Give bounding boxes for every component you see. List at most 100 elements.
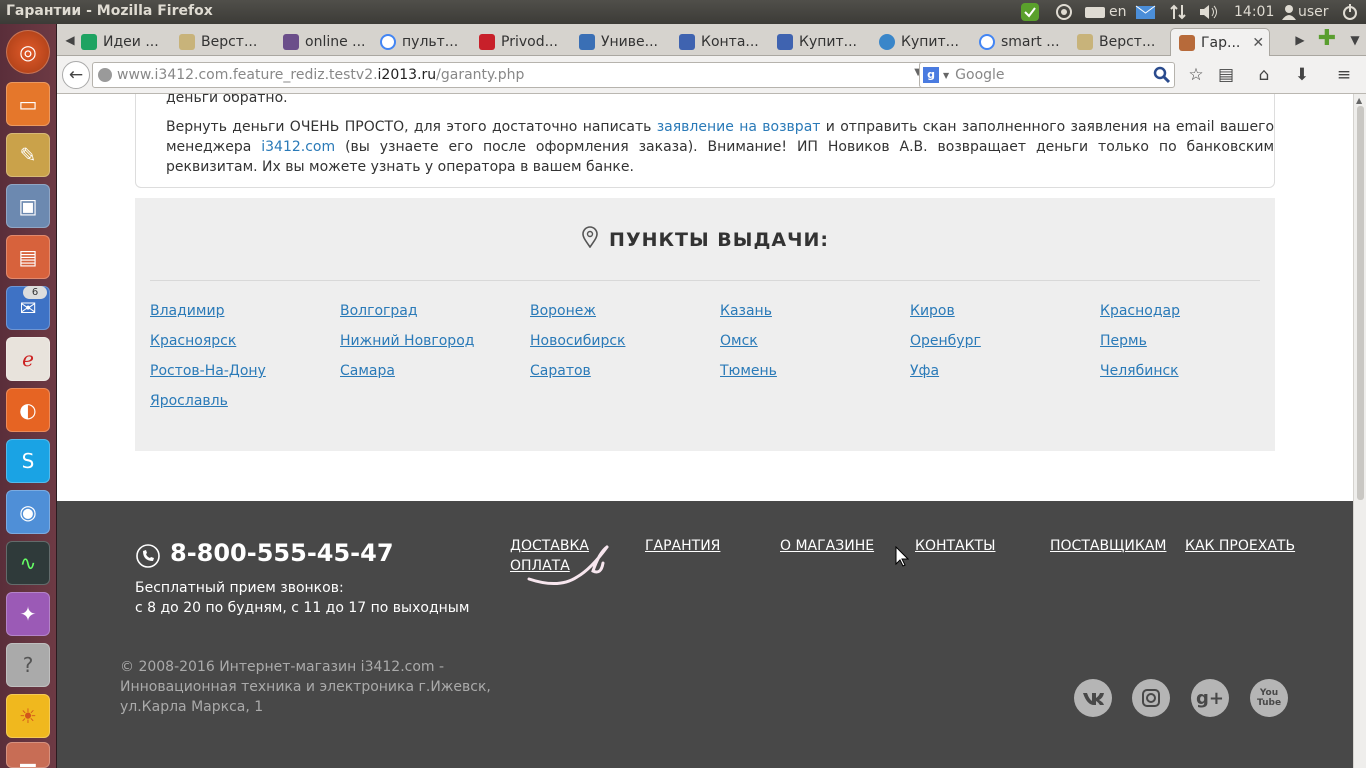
remote-desktop-icon[interactable]: ▣	[6, 184, 50, 228]
scroll-up-icon[interactable]: ▲	[1356, 96, 1362, 105]
city-link[interactable]: Киров	[910, 303, 955, 319]
search-icon[interactable]	[1153, 66, 1171, 88]
city-link[interactable]: Волгоград	[340, 303, 418, 319]
weather-sun-icon[interactable]: ☀	[6, 694, 50, 738]
tab-list-icon[interactable]: ▼	[1342, 27, 1366, 53]
tabs-scroll-right-icon[interactable]: ▶	[1287, 27, 1313, 53]
city-link[interactable]: Ярославль	[150, 393, 228, 409]
city-link[interactable]: Красноярск	[150, 333, 236, 349]
city-link[interactable]: Челябинск	[1100, 363, 1179, 379]
keyboard-layout[interactable]: en	[1109, 2, 1127, 22]
city-link[interactable]: Оренбург	[910, 333, 981, 349]
power-icon[interactable]	[1340, 2, 1360, 22]
camera-icon	[579, 34, 595, 50]
footer-phone[interactable]: 8-800-555-45-47	[170, 539, 394, 567]
tab-3[interactable]: online ...	[283, 28, 375, 56]
city-link[interactable]: Уфа	[910, 363, 939, 379]
menu-icon[interactable]: ≡	[1331, 62, 1357, 88]
tab-label: online ...	[305, 34, 366, 50]
tab-label: Верст...	[201, 34, 258, 50]
volume-icon[interactable]	[1198, 2, 1220, 22]
home-icon[interactable]: ⌂	[1251, 62, 1277, 88]
help-icon[interactable]: ?	[6, 643, 50, 687]
city-link[interactable]: Новосибирск	[530, 333, 625, 349]
navigation-bar: ← www.i3412.com.feature_rediz.testv2. i20…	[57, 56, 1366, 94]
city-link[interactable]: Самара	[340, 363, 395, 379]
tab-11[interactable]: Верст...	[1077, 28, 1173, 56]
youtube-icon[interactable]: You Tube	[1250, 679, 1288, 717]
chromium-icon[interactable]: ◉	[6, 490, 50, 534]
city-link[interactable]: Пермь	[1100, 333, 1147, 349]
files-icon[interactable]: ▭	[6, 82, 50, 126]
firefox-icon[interactable]: ◐	[6, 388, 50, 432]
city-link[interactable]: Казань	[720, 303, 772, 319]
footer-link-directions[interactable]: КАК ПРОЕХАТЬ	[1185, 538, 1295, 554]
vk-icon[interactable]	[1074, 679, 1112, 717]
city-link[interactable]: Краснодар	[1100, 303, 1180, 319]
city-link[interactable]: Владимир	[150, 303, 224, 319]
window-title: Гарантии - Mozilla Firefox	[6, 3, 213, 19]
footer-link-contacts[interactable]: КОНТАКТЫ	[915, 538, 995, 554]
hash-icon	[283, 34, 299, 50]
user-icon	[1282, 2, 1296, 22]
tab-label: Конта...	[701, 34, 759, 50]
document-viewer-icon[interactable]: ℯ	[6, 337, 50, 381]
pidgin-icon[interactable]: ✦	[6, 592, 50, 636]
city-link[interactable]: Ростов-На-Дону	[150, 363, 266, 379]
city-link[interactable]: Воронеж	[530, 303, 596, 319]
update-icon[interactable]	[1020, 2, 1042, 22]
file-manager-icon[interactable]: ▤	[6, 235, 50, 279]
return-info-box: деньги обратно. Вернуть деньги ОЧЕНЬ ПРО…	[135, 94, 1275, 188]
network-icon[interactable]	[1168, 2, 1188, 22]
mail-icon[interactable]	[1135, 2, 1157, 22]
return-top-line: деньги обратно.	[166, 94, 288, 106]
tab-close-icon[interactable]: ✕	[1252, 35, 1264, 51]
tab-label: Купит...	[799, 34, 857, 50]
page-scrollbar[interactable]: ▲	[1353, 94, 1366, 768]
tab-6[interactable]: Униве...	[579, 28, 673, 56]
tab-7[interactable]: Конта...	[679, 28, 773, 56]
tab-1[interactable]: Идеи ...	[81, 28, 173, 56]
keyboard-icon[interactable]	[1084, 2, 1106, 22]
site-link[interactable]: i3412.com	[261, 139, 335, 155]
search-field[interactable]: g ▼ Google	[919, 62, 1175, 88]
tab-4[interactable]: пульт...	[380, 28, 474, 56]
user-name[interactable]: user	[1298, 2, 1329, 22]
bookmarks-list-icon[interactable]: ▤	[1213, 62, 1239, 88]
google-engine-icon[interactable]: g	[923, 67, 939, 83]
tabs-scroll-left-icon[interactable]: ◀	[57, 27, 83, 53]
tab-2[interactable]: Верст...	[179, 28, 277, 56]
tab-8[interactable]: Купит...	[777, 28, 871, 56]
presentation-icon[interactable]: ✎	[6, 133, 50, 177]
tab-9[interactable]: Купит...	[879, 28, 973, 56]
scrollbar-thumb[interactable]	[1357, 106, 1364, 500]
system-monitor-icon[interactable]: ∿	[6, 541, 50, 585]
city-link[interactable]: Омск	[720, 333, 758, 349]
downloads-icon[interactable]: ⬇	[1289, 62, 1315, 88]
settings-wheel-icon[interactable]	[1054, 2, 1074, 22]
footer-link-warranty[interactable]: ГАРАНТИЯ	[645, 538, 720, 554]
skype-icon[interactable]: S	[6, 439, 50, 483]
tab-5[interactable]: Privod...	[479, 28, 573, 56]
globe-icon	[98, 68, 112, 82]
clock[interactable]: 14:01	[1234, 2, 1274, 22]
city-link[interactable]: Нижний Новгород	[340, 333, 474, 349]
engine-dropdown-icon[interactable]: ▼	[943, 71, 949, 80]
tab-12-active[interactable]: Гар... ✕	[1170, 28, 1270, 56]
instagram-icon[interactable]	[1132, 679, 1170, 717]
footer-link-suppliers[interactable]: ПОСТАВЩИКАМ	[1050, 538, 1166, 554]
footer-link-about[interactable]: О МАГАЗИНЕ	[780, 538, 874, 554]
cart-icon	[777, 34, 793, 50]
back-arrow-icon[interactable]: ←	[62, 61, 90, 89]
city-link[interactable]: Тюмень	[720, 363, 777, 379]
ubuntu-dash-icon[interactable]: ◎	[6, 30, 50, 74]
google-plus-icon[interactable]: g+	[1191, 679, 1229, 717]
city-link[interactable]: Саратов	[530, 363, 591, 379]
site-footer: 8-800-555-45-47 Бесплатный прием звонков…	[57, 501, 1353, 768]
trash-icon[interactable]: ▁	[6, 742, 50, 768]
bookmark-star-icon[interactable]: ☆	[1183, 62, 1209, 88]
tab-10[interactable]: smart ...	[979, 28, 1073, 56]
new-tab-icon[interactable]: ✚	[1314, 25, 1340, 51]
url-field[interactable]: www.i3412.com.feature_rediz.testv2. i2013…	[92, 62, 947, 88]
return-form-link[interactable]: заявление на возврат	[657, 119, 821, 135]
